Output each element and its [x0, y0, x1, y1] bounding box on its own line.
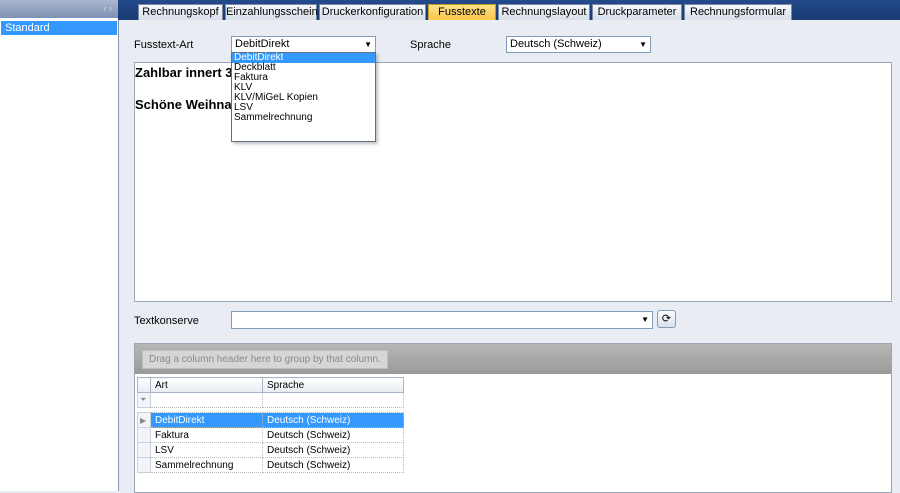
- grid-header-row: Art Sprache: [137, 377, 404, 393]
- table-row[interactable]: Sammelrechnung Deutsch (Schweiz): [137, 457, 404, 473]
- editor-line-2: Schöne Weihna: [135, 97, 232, 112]
- triangle-down-icon[interactable]: ▼: [364, 37, 372, 52]
- filter-row: ⏷: [137, 392, 404, 408]
- group-by-bar[interactable]: Drag a column header here to group by th…: [135, 344, 891, 374]
- header-indicator: [137, 377, 151, 393]
- dropdown-option-sammelrechnung[interactable]: Sammelrechnung: [232, 113, 375, 123]
- fusstexte-grid: Drag a column header here to group by th…: [134, 343, 892, 493]
- left-panel: ‹ › Standard: [0, 0, 119, 491]
- tab-fusstexte[interactable]: Fusstexte: [428, 4, 496, 20]
- cell-sprache[interactable]: Deutsch (Schweiz): [262, 457, 404, 473]
- column-header-art[interactable]: Art: [150, 377, 263, 393]
- fusstext-art-value: DebitDirekt: [235, 38, 290, 50]
- sprache-select[interactable]: Deutsch (Schweiz) ▼: [506, 36, 651, 53]
- row-indicator: [137, 457, 151, 473]
- editor-line-1: Zahlbar innert 3: [135, 65, 233, 80]
- row-indicator: [137, 442, 151, 458]
- triangle-right-icon: ▶: [137, 412, 151, 428]
- group-by-hint: Drag a column header here to group by th…: [142, 350, 388, 369]
- tab-rechnungsformular[interactable]: Rechnungsformular: [684, 4, 792, 20]
- tab-druckerkonfiguration[interactable]: Druckerkonfiguration: [319, 4, 426, 20]
- fusstext-art-select[interactable]: DebitDirekt ▼: [231, 36, 376, 53]
- cell-art[interactable]: Sammelrechnung: [150, 457, 263, 473]
- tab-rechnungslayout[interactable]: Rechnungslayout: [498, 4, 590, 20]
- table-row[interactable]: Faktura Deutsch (Schweiz): [137, 427, 404, 443]
- fusstext-art-dropdown-list: DebitDirekt Deckblatt Faktura KLV KLV/Mi…: [231, 52, 376, 142]
- tab-einzahlungsschein[interactable]: Einzahlungsschein: [225, 4, 318, 20]
- cell-art[interactable]: DebitDirekt: [150, 412, 263, 428]
- cell-sprache[interactable]: Deutsch (Schweiz): [262, 427, 404, 443]
- column-header-sprache[interactable]: Sprache: [262, 377, 404, 393]
- dropdown-option-klv-migel-kopien[interactable]: KLV/MiGeL Kopien: [232, 93, 375, 103]
- dropdown-option-faktura[interactable]: Faktura: [232, 73, 375, 83]
- filter-cell-sprache[interactable]: [262, 392, 404, 408]
- double-chevron-left-icon[interactable]: ‹ ›: [104, 3, 113, 13]
- triangle-down-icon[interactable]: ▼: [639, 37, 647, 52]
- fusstext-art-label: Fusstext-Art: [134, 39, 194, 51]
- table-row[interactable]: ▶ DebitDirekt Deutsch (Schweiz): [137, 412, 404, 428]
- grid-table: Art Sprache ⏷ ▶ DebitDirekt Deutsch (Sch…: [137, 377, 404, 473]
- left-panel-header: ‹ ›: [0, 0, 118, 18]
- cell-sprache[interactable]: Deutsch (Schweiz): [262, 442, 404, 458]
- tab-rechnungskopf[interactable]: Rechnungskopf: [138, 4, 223, 20]
- textkonserve-select[interactable]: ▼: [231, 311, 653, 329]
- row-indicator: [137, 427, 151, 443]
- cell-sprache[interactable]: Deutsch (Schweiz): [262, 412, 404, 428]
- sprache-value: Deutsch (Schweiz): [510, 38, 602, 50]
- funnel-icon[interactable]: ⏷: [137, 392, 151, 408]
- table-row[interactable]: LSV Deutsch (Schweiz): [137, 442, 404, 458]
- cell-art[interactable]: LSV: [150, 442, 263, 458]
- textkonserve-label: Textkonserve: [134, 315, 199, 327]
- circular-arrow-icon: ⟳: [661, 313, 672, 325]
- left-item-standard[interactable]: Standard: [1, 21, 117, 35]
- tab-strip: Rechnungskopf Einzahlungsschein Druckerk…: [118, 0, 900, 20]
- textkonserve-insert-button[interactable]: ⟳: [657, 310, 676, 328]
- filter-cell-art[interactable]: [150, 392, 263, 408]
- triangle-down-icon[interactable]: ▼: [641, 312, 649, 327]
- fusstexte-panel: Fusstext-Art DebitDirekt ▼ Sprache Deuts…: [118, 20, 900, 493]
- sprache-label: Sprache: [410, 39, 451, 51]
- tab-druckparameter[interactable]: Druckparameter: [592, 4, 682, 20]
- cell-art[interactable]: Faktura: [150, 427, 263, 443]
